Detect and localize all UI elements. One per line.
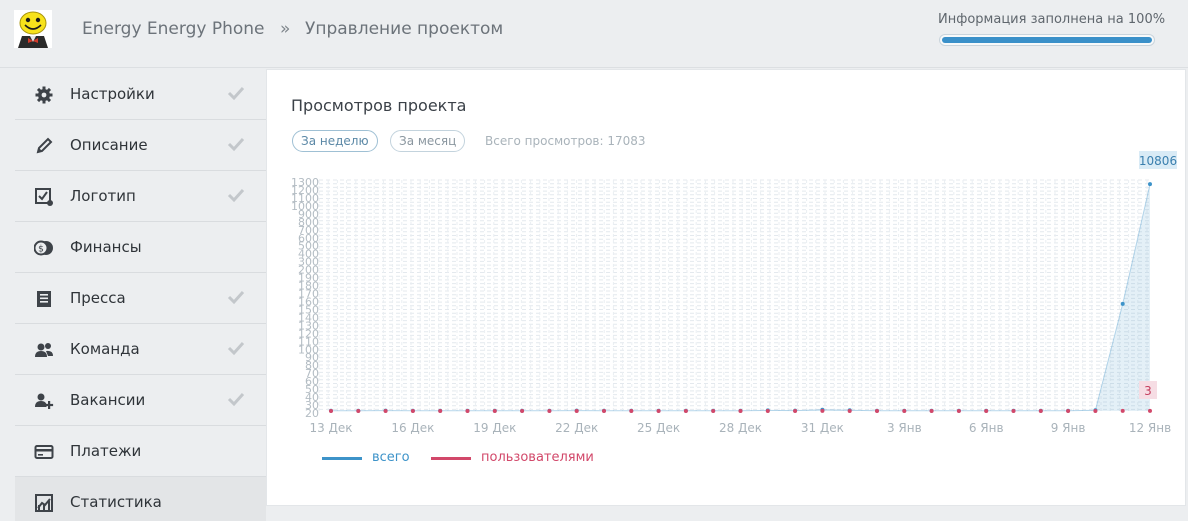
- data-point-total: [1148, 182, 1152, 187]
- sidebar-item-label: Пресса: [70, 289, 126, 307]
- legend-label: всего: [372, 450, 410, 465]
- sidebar-item-label: Команда: [70, 340, 140, 358]
- x-tick-label: 6 Янв: [969, 421, 1004, 435]
- sidebar-item-label: Финансы: [70, 238, 142, 256]
- pencil-icon: [36, 137, 53, 154]
- x-tick-label: 31 Дек: [801, 421, 844, 435]
- checkmark-icon: [227, 290, 245, 305]
- sidebar-nav: Настройки Описание Логотип $ Финансы Пре…: [15, 69, 266, 521]
- data-point-users: [738, 409, 743, 413]
- sidebar-item-logo[interactable]: Логотип: [15, 171, 266, 222]
- data-point-users: [984, 409, 989, 413]
- svg-text:$: $: [38, 245, 44, 255]
- sidebar-item-statistics[interactable]: Статистика: [15, 477, 266, 521]
- top-header: Energy Energy Phone » Управление проекто…: [0, 0, 1188, 68]
- data-point-users: [492, 409, 497, 413]
- data-point-users: [356, 409, 361, 413]
- x-tick-label: 28 Дек: [719, 421, 762, 435]
- sidebar-item-settings[interactable]: Настройки: [15, 69, 266, 120]
- data-point-users: [847, 409, 852, 413]
- sidebar-item-team[interactable]: Команда: [15, 324, 266, 375]
- data-point-users: [1038, 409, 1043, 413]
- sidebar-item-label: Логотип: [70, 187, 136, 205]
- checkmark-icon: [227, 188, 245, 203]
- data-point-total: [1120, 301, 1125, 306]
- fill-progress-value: [942, 37, 1152, 43]
- checkmark-icon: [227, 392, 245, 407]
- project-name[interactable]: Energy Energy Phone: [82, 19, 265, 39]
- data-point-users: [765, 409, 770, 413]
- fill-progress-bar: [939, 34, 1155, 46]
- card-icon: [34, 445, 54, 459]
- checkmark-icon: [227, 341, 245, 356]
- value-label-users: 3: [1144, 384, 1152, 398]
- x-tick-label: 16 Дек: [391, 421, 434, 435]
- data-point-users: [629, 409, 634, 413]
- checkmark-icon: [227, 86, 245, 101]
- data-point-users: [875, 409, 879, 413]
- data-point-users: [438, 409, 443, 413]
- y-tick-label: 20: [305, 407, 319, 420]
- x-tick-label: 13 Дек: [309, 421, 352, 435]
- sidebar-item-press[interactable]: Пресса: [15, 273, 266, 324]
- breadcrumb-separator: »: [280, 19, 291, 39]
- data-point-users: [329, 409, 333, 413]
- document-icon: [37, 291, 51, 307]
- sidebar-item-label: Вакансии: [70, 391, 146, 409]
- chart-icon: [35, 494, 53, 512]
- sidebar-item-label: Описание: [70, 136, 148, 154]
- users-icon: [35, 343, 53, 357]
- x-tick-label: 22 Дек: [555, 421, 598, 435]
- sidebar-item-finance[interactable]: $ Финансы: [15, 222, 266, 273]
- x-tick-label: 12 Янв: [1129, 421, 1171, 435]
- image-icon: [35, 188, 53, 206]
- data-point-users: [1011, 409, 1016, 413]
- sidebar-item-payments[interactable]: Платежи: [15, 426, 266, 477]
- data-point-users: [410, 409, 415, 413]
- x-tick-label: 3 Янв: [887, 421, 922, 435]
- legend-label: пользователями: [481, 450, 594, 465]
- data-point-users: [929, 409, 934, 413]
- add-user-icon: [35, 393, 54, 409]
- data-point-users: [1093, 409, 1098, 413]
- fill-status-label: Информация заполнена на 100%: [938, 12, 1166, 27]
- statistics-panel: Просмотров проекта За неделю За месяц Вс…: [266, 69, 1186, 506]
- data-point-users: [574, 409, 579, 413]
- x-tick-label: 25 Дек: [637, 421, 680, 435]
- sidebar-item-label: Статистика: [70, 493, 162, 511]
- sidebar-item-description[interactable]: Описание: [15, 120, 266, 171]
- data-point-users: [465, 409, 470, 413]
- data-point-users: [1148, 408, 1152, 413]
- data-point-users: [656, 409, 661, 413]
- legend-swatch-total: [322, 457, 362, 460]
- data-point-users: [711, 409, 716, 413]
- x-tick-label: 9 Янв: [1051, 421, 1086, 435]
- data-point-users: [793, 409, 798, 413]
- value-label-total: 10806: [1139, 154, 1177, 168]
- gear-icon: [35, 86, 53, 104]
- data-point-users: [956, 409, 961, 413]
- data-point-users: [1120, 408, 1125, 413]
- sidebar-item-label: Настройки: [70, 85, 155, 103]
- views-chart: 1300120011001000900800700600500400300200…: [291, 151, 1177, 435]
- legend-swatch-users: [431, 457, 471, 460]
- sidebar-item-vacancies[interactable]: Вакансии: [15, 375, 266, 426]
- page-title: Управление проектом: [305, 19, 504, 39]
- data-point-users: [602, 409, 606, 413]
- data-point-users: [547, 409, 552, 413]
- data-point-users: [520, 409, 525, 413]
- checkmark-icon: [227, 137, 245, 152]
- data-point-users: [820, 408, 825, 413]
- data-point-users: [683, 409, 688, 413]
- data-point-users: [383, 409, 388, 413]
- sidebar-item-label: Платежи: [70, 442, 142, 460]
- coins-icon: $: [34, 240, 53, 256]
- x-tick-label: 19 Дек: [473, 421, 516, 435]
- data-point-users: [1066, 409, 1071, 413]
- data-point-users: [902, 409, 907, 413]
- smiley-logo-icon[interactable]: [14, 10, 52, 48]
